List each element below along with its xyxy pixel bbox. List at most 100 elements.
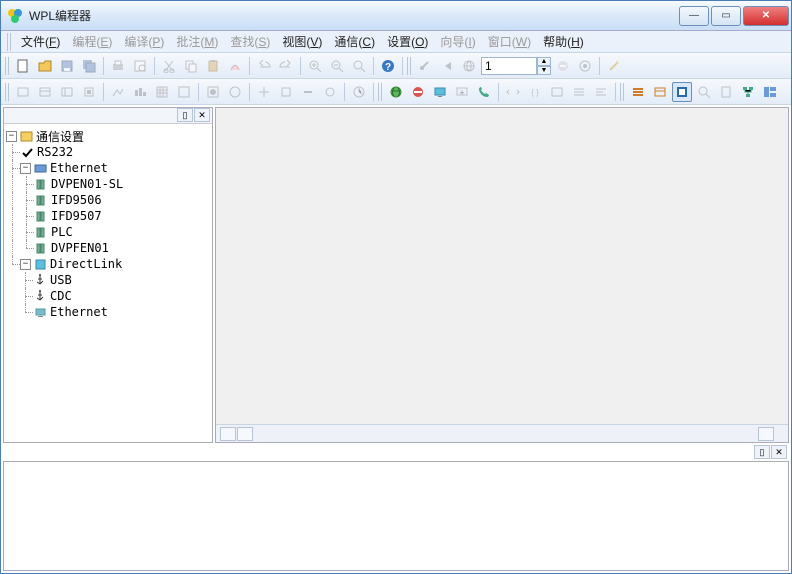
save-all-button[interactable]	[79, 56, 99, 76]
menu-o[interactable]: 设置(O)	[381, 31, 434, 52]
globe-button[interactable]	[459, 56, 479, 76]
grip-icon	[620, 83, 626, 101]
tb2-layout[interactable]	[760, 82, 780, 102]
tb2-monitor[interactable]	[430, 82, 450, 102]
tb2-9[interactable]	[203, 82, 223, 102]
tb2-11[interactable]	[254, 82, 274, 102]
zoom-fit-button[interactable]	[349, 56, 369, 76]
preview-button[interactable]	[130, 56, 150, 76]
editor-canvas[interactable]	[216, 108, 788, 424]
tb2-6[interactable]	[130, 82, 150, 102]
tb2-code5[interactable]	[591, 82, 611, 102]
zoom-out-button[interactable]	[327, 56, 347, 76]
delete-button[interactable]	[225, 56, 245, 76]
tree-item-rs232[interactable]: RS232	[37, 145, 73, 159]
save-button[interactable]	[57, 56, 77, 76]
output-pane[interactable]	[3, 461, 789, 571]
tree-item[interactable]: CDC	[50, 289, 72, 303]
collapse-icon[interactable]: −	[20, 259, 31, 270]
help-button[interactable]: ?	[378, 56, 398, 76]
tb2-network[interactable]	[738, 82, 758, 102]
tb2-globe[interactable]	[386, 82, 406, 102]
maximize-button[interactable]: ▭	[711, 6, 741, 26]
tb2-10[interactable]	[225, 82, 245, 102]
cut-button[interactable]	[159, 56, 179, 76]
check-icon	[20, 145, 34, 159]
menu-s: 查找(S)	[224, 31, 276, 52]
tb2-7[interactable]	[152, 82, 172, 102]
output-pin-button[interactable]: ▯	[754, 445, 770, 459]
title-bar[interactable]: WPL编程器 — ▭ ✕	[1, 1, 791, 31]
undo-button[interactable]	[254, 56, 274, 76]
menu-f[interactable]: 文件(F)	[15, 31, 66, 52]
tree-item[interactable]: IFD9507	[51, 209, 102, 223]
tb2-rightpanes-2[interactable]	[650, 82, 670, 102]
tb2-code4[interactable]	[569, 82, 589, 102]
tb2-code2[interactable]: { }	[525, 82, 545, 102]
tb2-phone[interactable]	[474, 82, 494, 102]
device-icon	[34, 241, 48, 255]
tb2-5[interactable]	[108, 82, 128, 102]
tb2-12[interactable]	[276, 82, 296, 102]
tree-item[interactable]: DVPEN01-SL	[51, 177, 123, 191]
tb2-rightpanes-1[interactable]	[628, 82, 648, 102]
close-button[interactable]: ✕	[743, 6, 789, 26]
tree-item[interactable]: IFD9506	[51, 193, 102, 207]
tree-item-directlink[interactable]: DirectLink	[50, 257, 122, 271]
tb2-4[interactable]	[79, 82, 99, 102]
tree-item[interactable]: Ethernet	[50, 305, 108, 319]
stop-button[interactable]	[553, 56, 573, 76]
scroll-right-button[interactable]	[237, 427, 253, 441]
spin-up[interactable]: ▲	[537, 57, 551, 66]
menu-c[interactable]: 通信(C)	[328, 31, 381, 52]
tb2-8[interactable]	[174, 82, 194, 102]
new-button[interactable]	[13, 56, 33, 76]
tb2-3[interactable]	[57, 82, 77, 102]
collapse-icon[interactable]: −	[20, 163, 31, 174]
print-button[interactable]	[108, 56, 128, 76]
tb2-download[interactable]	[452, 82, 472, 102]
collapse-icon[interactable]: −	[6, 131, 17, 142]
svg-text:{ }: { }	[531, 88, 539, 97]
tb2-note[interactable]	[716, 82, 736, 102]
rewind-button[interactable]	[437, 56, 457, 76]
tb2-15[interactable]	[349, 82, 369, 102]
zoom-in-button[interactable]	[305, 56, 325, 76]
scroll-thumb[interactable]	[758, 427, 774, 441]
menu-h[interactable]: 帮助(H)	[537, 31, 590, 52]
pane-close-button[interactable]: ✕	[194, 108, 210, 122]
wand-button[interactable]	[604, 56, 624, 76]
pane-pin-button[interactable]: ▯	[177, 108, 193, 122]
tb2-code3[interactable]	[547, 82, 567, 102]
tb2-2[interactable]	[35, 82, 55, 102]
step-input[interactable]	[481, 57, 537, 75]
tree-item[interactable]: PLC	[51, 225, 73, 239]
menu-p: 编译(P)	[118, 31, 170, 52]
record-button[interactable]	[575, 56, 595, 76]
tb2-zoom[interactable]	[694, 82, 714, 102]
tree-item-ethernet[interactable]: Ethernet	[50, 161, 108, 175]
run-button[interactable]	[415, 56, 435, 76]
tb2-1[interactable]	[13, 82, 33, 102]
tb2-noentry[interactable]	[408, 82, 428, 102]
tree-item[interactable]: DVPFEN01	[51, 241, 109, 255]
tb2-14[interactable]	[320, 82, 340, 102]
app-icon	[7, 8, 23, 24]
tb2-rightpanes-3[interactable]	[672, 82, 692, 102]
open-button[interactable]	[35, 56, 55, 76]
minimize-button[interactable]: —	[679, 6, 709, 26]
grip-icon	[407, 57, 413, 75]
tb2-13[interactable]	[298, 82, 318, 102]
redo-button[interactable]	[276, 56, 296, 76]
tb2-code1[interactable]	[503, 82, 523, 102]
menu-v[interactable]: 视图(V)	[276, 31, 328, 52]
output-close-button[interactable]: ✕	[771, 445, 787, 459]
comm-tree[interactable]: − 通信设置 RS232 −Ethernet DVPEN01-SLIFD9506…	[4, 124, 212, 442]
step-spinner[interactable]: ▲▼	[481, 57, 551, 75]
scroll-left-button[interactable]	[220, 427, 236, 441]
spin-down[interactable]: ▼	[537, 66, 551, 75]
tree-item[interactable]: USB	[50, 273, 72, 287]
paste-button[interactable]	[203, 56, 223, 76]
copy-button[interactable]	[181, 56, 201, 76]
hscrollbar[interactable]	[216, 424, 788, 442]
